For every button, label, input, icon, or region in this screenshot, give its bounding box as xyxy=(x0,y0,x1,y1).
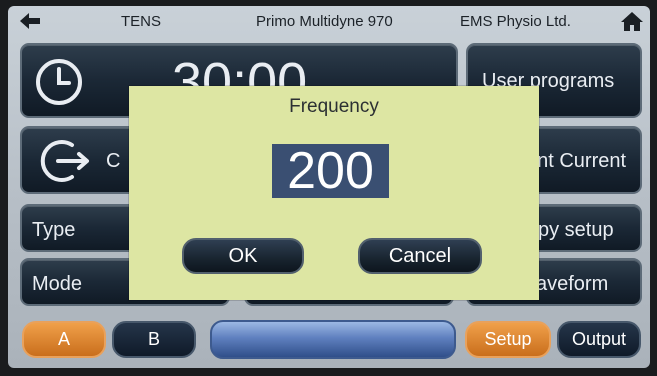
cc-label: C xyxy=(106,150,121,172)
frequency-dialog: Frequency 200 OK Cancel xyxy=(129,86,539,300)
type-label: Type xyxy=(32,219,76,241)
device-name: Primo Multidyne 970 xyxy=(256,13,393,30)
channel-b-button[interactable]: B xyxy=(112,321,196,358)
arrow-left-icon[interactable] xyxy=(18,10,42,32)
top-bar: TENS Primo Multidyne 970 EMS Physio Ltd. xyxy=(8,6,650,36)
channel-b-label: B xyxy=(147,329,160,349)
waveform-label: aveform xyxy=(536,273,609,295)
setup-button[interactable]: Setup xyxy=(465,321,551,358)
cancel-label: Cancel xyxy=(388,244,452,267)
therapy-setup-label: py setup xyxy=(538,219,614,241)
ok-label: OK xyxy=(228,244,258,267)
home-icon[interactable] xyxy=(620,10,644,32)
channel-a-label: A xyxy=(57,329,70,349)
mode-label: Mode xyxy=(32,273,83,295)
power-arrow-icon xyxy=(34,136,94,191)
channel-a-button[interactable]: A xyxy=(22,321,106,358)
output-button[interactable]: Output xyxy=(557,321,641,358)
device-screen: TENS Primo Multidyne 970 EMS Physio Ltd.… xyxy=(8,6,650,368)
ok-button[interactable]: OK xyxy=(182,238,304,274)
dialog-title: Frequency xyxy=(289,96,379,117)
constant-current-label: ant Current xyxy=(526,150,627,172)
mode-title: TENS xyxy=(121,13,162,30)
setup-label: Setup xyxy=(484,329,532,349)
clock-icon xyxy=(34,57,84,112)
intensity-slider[interactable] xyxy=(210,320,456,359)
frequency-value[interactable]: 200 xyxy=(272,144,389,198)
cancel-button[interactable]: Cancel xyxy=(358,238,482,274)
company-name: EMS Physio Ltd. xyxy=(460,13,571,30)
output-label: Output xyxy=(571,329,627,349)
